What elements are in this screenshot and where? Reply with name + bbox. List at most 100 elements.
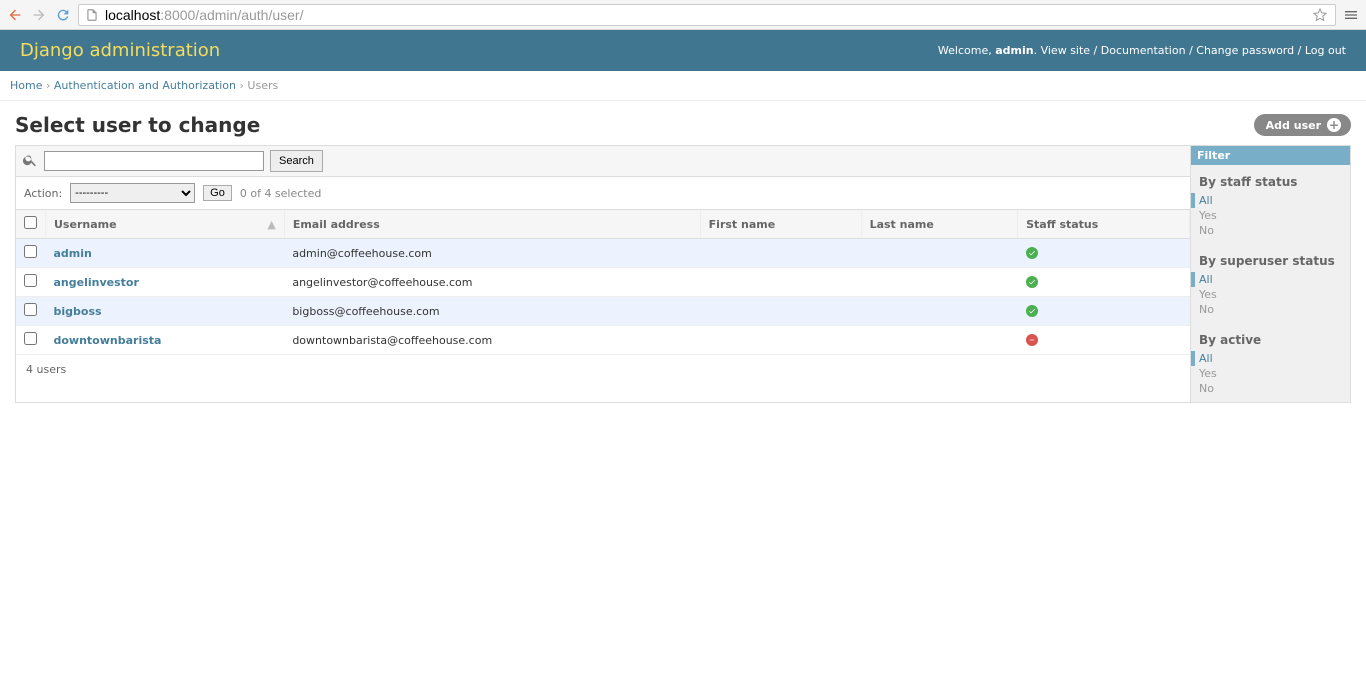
filter-item: No (1199, 223, 1342, 238)
documentation-link[interactable]: Documentation (1101, 44, 1186, 57)
cell-last_name (861, 326, 1018, 355)
col-first-name[interactable]: First name (700, 210, 861, 239)
filter-list: All Yes No (1191, 193, 1350, 244)
menu-icon[interactable] (1342, 6, 1360, 24)
view-site-link[interactable]: View site (1041, 44, 1090, 57)
row-checkbox[interactable] (24, 274, 37, 287)
url-text: localhost:8000/admin/auth/user/ (105, 7, 1305, 23)
search-toolbar: Search (16, 146, 1190, 177)
select-all-checkbox[interactable] (24, 216, 37, 229)
results-table: Username▲ Email address First name Last … (16, 210, 1190, 355)
breadcrumb-auth[interactable]: Authentication and Authorization (54, 79, 236, 92)
filter-link[interactable]: No (1199, 303, 1214, 316)
col-username[interactable]: Username▲ (46, 210, 285, 239)
breadcrumb: Home › Authentication and Authorization … (0, 71, 1366, 101)
username-link[interactable]: bigboss (54, 305, 102, 318)
username-link[interactable]: angelinvestor (54, 276, 139, 289)
table-row: angelinvestor angelinvestor@coffeehouse.c… (16, 268, 1190, 297)
filter-item: All (1191, 351, 1342, 366)
cell-first_name (700, 268, 861, 297)
url-bar[interactable]: localhost:8000/admin/auth/user/ (78, 4, 1336, 26)
reload-button[interactable] (54, 6, 72, 24)
cell-email: admin@coffeehouse.com (284, 239, 700, 268)
forward-button[interactable] (30, 6, 48, 24)
cell-email: bigboss@coffeehouse.com (284, 297, 700, 326)
filter-item: All (1191, 272, 1342, 287)
col-last-name[interactable]: Last name (861, 210, 1018, 239)
filter-item: Yes (1199, 366, 1342, 381)
changelist: Search Action: --------- Go 0 of 4 selec… (15, 145, 1191, 403)
table-row: downtownbarista downtownbarista@coffeehou… (16, 326, 1190, 355)
logout-link[interactable]: Log out (1305, 44, 1346, 57)
filter-item: All (1191, 193, 1342, 208)
action-label: Action: (24, 187, 62, 200)
row-checkbox[interactable] (24, 245, 37, 258)
table-row: admin admin@coffeehouse.com (16, 239, 1190, 268)
username-link[interactable]: downtownbarista (54, 334, 162, 347)
filter-list: All Yes No (1191, 272, 1350, 323)
browser-chrome: localhost:8000/admin/auth/user/ (0, 0, 1366, 30)
filter-title: Filter (1191, 146, 1350, 165)
bookmark-star-icon[interactable] (1311, 6, 1329, 24)
selection-count: 0 of 4 selected (240, 187, 322, 200)
cell-last_name (861, 297, 1018, 326)
action-select[interactable]: --------- (70, 183, 195, 203)
cell-email: downtownbarista@coffeehouse.com (284, 326, 700, 355)
check-icon (1026, 305, 1038, 317)
col-staff[interactable]: Staff status (1018, 210, 1190, 239)
col-email[interactable]: Email address (284, 210, 700, 239)
filter-link[interactable]: All (1199, 194, 1213, 207)
filter-heading: By superuser status (1191, 244, 1350, 272)
admin-header: Django administration Welcome, admin. Vi… (0, 30, 1366, 71)
search-input[interactable] (44, 151, 264, 171)
filter-link[interactable]: No (1199, 224, 1214, 237)
filter-link[interactable]: Yes (1199, 209, 1217, 222)
sort-asc-icon: ▲ (267, 218, 275, 231)
change-password-link[interactable]: Change password (1196, 44, 1294, 57)
cell-email: angelinvestor@coffeehouse.com (284, 268, 700, 297)
page-title: Select user to change (15, 113, 260, 137)
filter-item: No (1199, 381, 1342, 396)
breadcrumb-home[interactable]: Home (10, 79, 42, 92)
breadcrumb-current: Users (247, 79, 278, 92)
check-icon (1026, 276, 1038, 288)
filter-heading: By staff status (1191, 165, 1350, 193)
row-checkbox[interactable] (24, 332, 37, 345)
add-user-label: Add user (1266, 119, 1321, 132)
go-button[interactable]: Go (203, 185, 232, 201)
filter-item: Yes (1199, 208, 1342, 223)
filter-link[interactable]: All (1199, 273, 1213, 286)
filter-item: No (1199, 302, 1342, 317)
add-user-button[interactable]: Add user + (1254, 114, 1351, 136)
welcome-text: Welcome, (938, 44, 995, 57)
filter-item: Yes (1199, 287, 1342, 302)
select-all-header (16, 210, 46, 239)
back-button[interactable] (6, 6, 24, 24)
page-icon (85, 8, 99, 22)
filter-list: All Yes No (1191, 351, 1350, 402)
cell-last_name (861, 268, 1018, 297)
cell-first_name (700, 239, 861, 268)
filter-link[interactable]: All (1199, 352, 1213, 365)
filter-heading: By active (1191, 323, 1350, 351)
cell-staff (1018, 239, 1190, 268)
user-tools: Welcome, admin. View site / Documentatio… (938, 44, 1346, 57)
row-checkbox[interactable] (24, 303, 37, 316)
filter-link[interactable]: Yes (1199, 288, 1217, 301)
search-button[interactable]: Search (270, 150, 323, 172)
username-link[interactable]: admin (54, 247, 92, 260)
cell-staff (1018, 297, 1190, 326)
plus-icon: + (1327, 118, 1341, 132)
cell-staff (1018, 326, 1190, 355)
check-icon (1026, 247, 1038, 259)
cell-first_name (700, 326, 861, 355)
search-icon (22, 152, 38, 171)
cell-first_name (700, 297, 861, 326)
filter-sidebar: Filter By staff statusAllYesNoBy superus… (1191, 145, 1351, 403)
filter-link[interactable]: Yes (1199, 367, 1217, 380)
branding: Django administration (20, 40, 220, 61)
minus-icon (1026, 334, 1038, 346)
filter-link[interactable]: No (1199, 382, 1214, 395)
cell-last_name (861, 239, 1018, 268)
paginator: 4 users (16, 355, 1190, 384)
